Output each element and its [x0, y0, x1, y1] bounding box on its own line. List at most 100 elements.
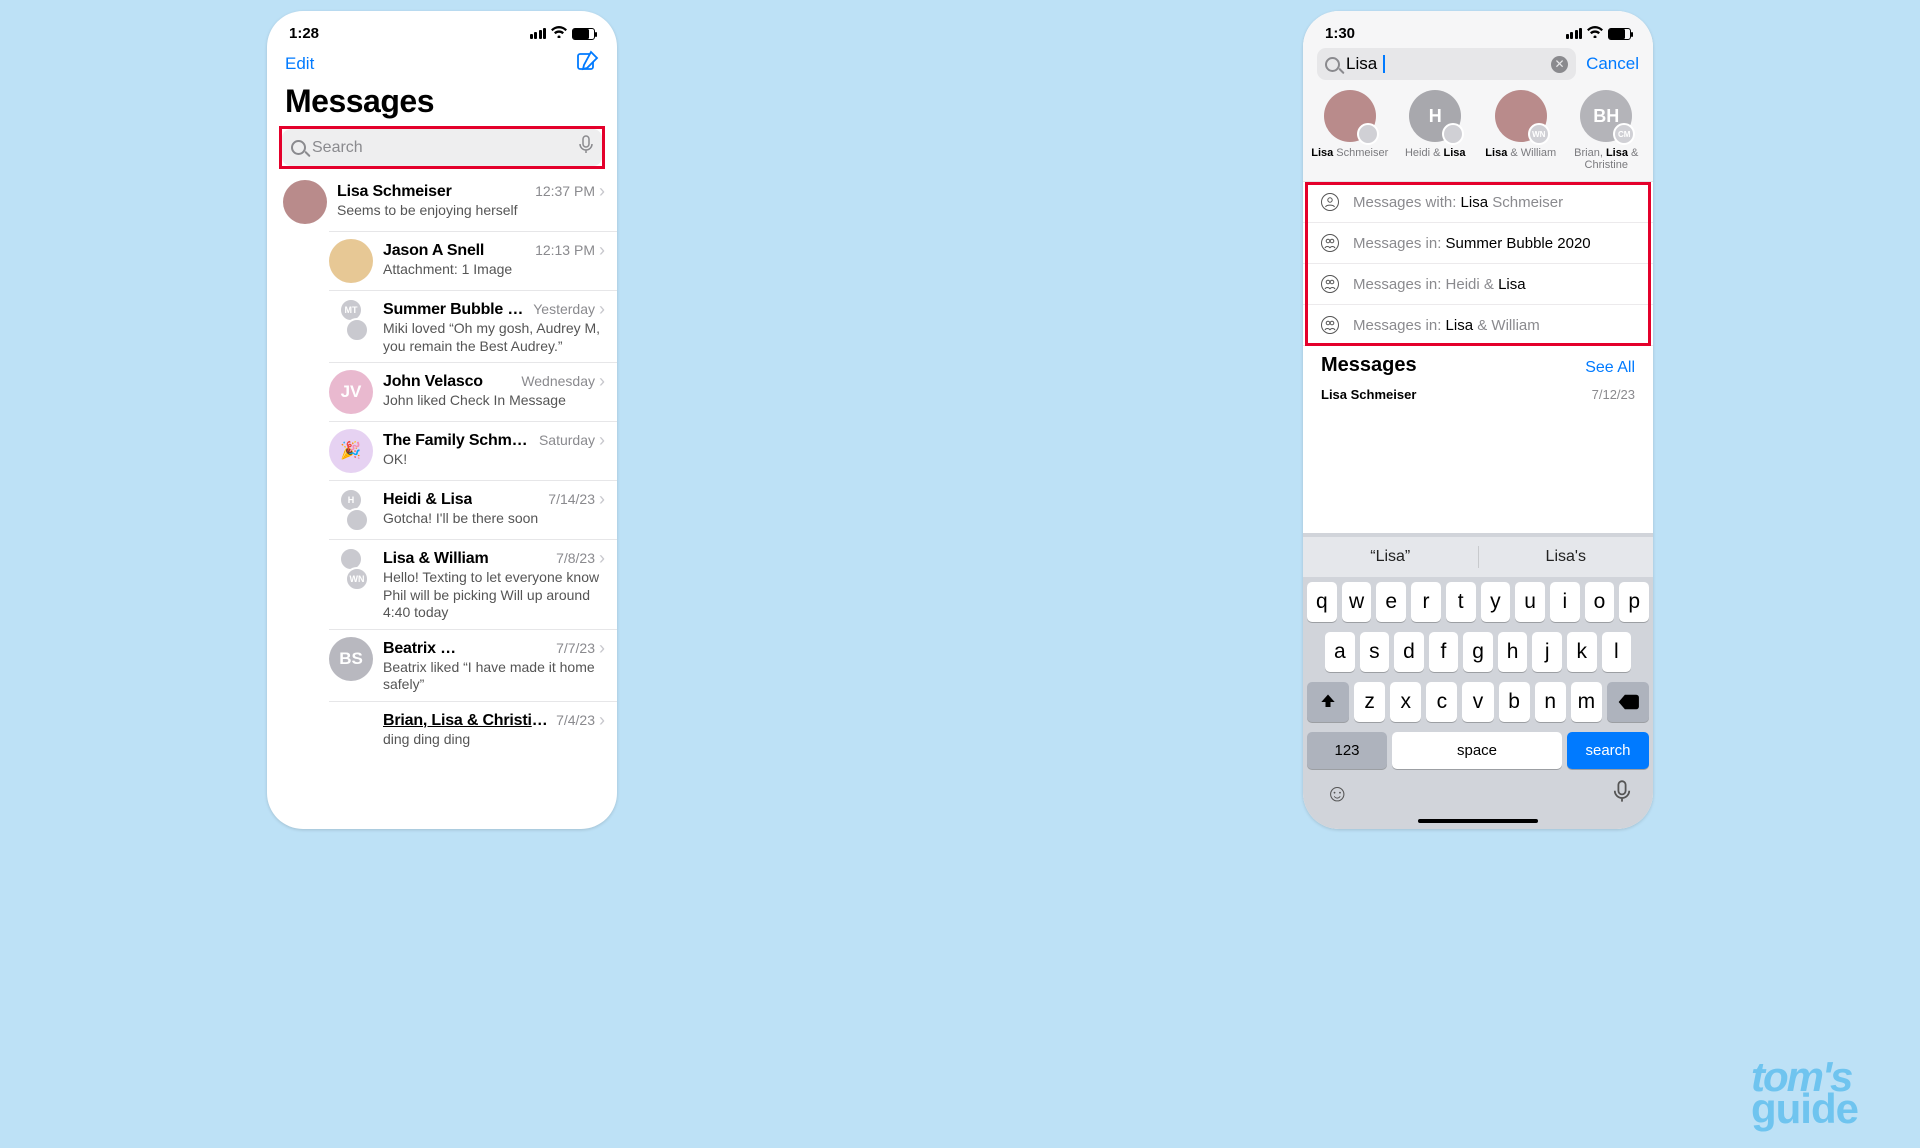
contact-result[interactable]: HHeidi & Lisa	[1395, 90, 1477, 171]
key-o[interactable]: o	[1585, 582, 1615, 622]
keyboard: “Lisa” Lisa's qwertyuiop asdfghjkl zxcvb…	[1303, 533, 1653, 829]
key-c[interactable]: c	[1426, 682, 1457, 722]
search-input[interactable]: Search	[282, 129, 602, 166]
key-i[interactable]: i	[1550, 582, 1580, 622]
clear-icon[interactable]: ✕	[1551, 56, 1568, 73]
contact-label: Lisa & William	[1480, 147, 1562, 159]
conversation-snippet: John liked Check In Message	[383, 392, 605, 410]
avatar: JV	[329, 370, 373, 414]
result-date: 7/12/23	[1592, 387, 1635, 402]
key-f[interactable]: f	[1429, 632, 1459, 672]
search-placeholder: Search	[312, 139, 573, 157]
avatar: 🎉	[329, 429, 373, 473]
key-k[interactable]: k	[1567, 632, 1597, 672]
key-j[interactable]: j	[1532, 632, 1562, 672]
conversation-snippet: Beatrix liked “I have made it home safel…	[383, 659, 605, 694]
conversation-row[interactable]: Lisa Schmeiser12:37 PM›Seems to be enjoy…	[267, 173, 617, 231]
key-x[interactable]: x	[1390, 682, 1421, 722]
space-key[interactable]: space	[1392, 732, 1562, 769]
conversation-row[interactable]: Brian, Lisa & Christine7/4/23›ding ding …	[329, 701, 617, 760]
shift-key[interactable]	[1307, 682, 1349, 722]
avatar: MT	[329, 298, 373, 342]
conversation-row[interactable]: 🎉The Family SchmichaelsSaturday›OK!	[329, 421, 617, 480]
conversation-time: 7/14/23	[548, 491, 595, 507]
conversation-time: Saturday	[539, 432, 595, 448]
message-result[interactable]: Lisa Schmeiser 7/12/23	[1303, 383, 1653, 410]
key-l[interactable]: l	[1602, 632, 1632, 672]
search-suggestions: Messages with: Lisa Schmeiser Messages in…	[1303, 182, 1653, 346]
avatar	[329, 709, 373, 753]
key-z[interactable]: z	[1354, 682, 1385, 722]
result-name: Lisa Schmeiser	[1321, 387, 1416, 402]
see-all-button[interactable]: See All	[1585, 359, 1635, 377]
messages-search-screen: 1:30 Lisa ✕ Cancel Lisa SchmeiserHHeidi …	[1303, 11, 1653, 829]
conversation-row[interactable]: MTSummer Bubble 2020Yesterday›Miki loved…	[329, 290, 617, 362]
key-w[interactable]: w	[1342, 582, 1372, 622]
key-e[interactable]: e	[1376, 582, 1406, 622]
conversation-name: Brian, Lisa & Christine	[383, 712, 548, 730]
search-suggestion[interactable]: Messages with: Lisa Schmeiser	[1303, 182, 1653, 223]
conversation-row[interactable]: JVJohn VelascoWednesday›John liked Check…	[329, 362, 617, 421]
key-r[interactable]: r	[1411, 582, 1441, 622]
edit-button[interactable]: Edit	[285, 54, 314, 74]
contact-result[interactable]: WN Lisa & William	[1480, 90, 1562, 171]
search-suggestion[interactable]: Messages in: Summer Bubble 2020	[1303, 223, 1653, 264]
chevron-right-icon: ›	[599, 547, 605, 569]
conversation-row[interactable]: WNLisa & William7/8/23›Hello! Texting to…	[329, 539, 617, 629]
dictate-icon[interactable]	[579, 135, 593, 160]
contact-label: Lisa Schmeiser	[1309, 147, 1391, 159]
avatar	[1324, 90, 1376, 142]
chevron-right-icon: ›	[599, 298, 605, 320]
conversation-snippet: Hello! Texting to let everyone know Phil…	[383, 569, 605, 622]
key-b[interactable]: b	[1499, 682, 1530, 722]
suggestion-text: Messages in: Summer Bubble 2020	[1353, 235, 1591, 252]
conversation-time: 7/8/23	[556, 550, 595, 566]
key-t[interactable]: t	[1446, 582, 1476, 622]
search-key[interactable]: search	[1567, 732, 1649, 769]
messages-list-screen: 1:28 Edit Messages Search	[267, 11, 617, 829]
key-d[interactable]: d	[1394, 632, 1424, 672]
key-q[interactable]: q	[1307, 582, 1337, 622]
prediction[interactable]: “Lisa”	[1303, 548, 1478, 566]
search-input[interactable]: Lisa ✕	[1317, 48, 1576, 80]
contact-result[interactable]: BHCMBrian, Lisa & Christine	[1566, 90, 1648, 171]
chevron-right-icon: ›	[599, 180, 605, 202]
conversation-row[interactable]: HHeidi & Lisa7/14/23›Gotcha! I'll be the…	[329, 480, 617, 539]
conversation-time: 12:37 PM	[535, 183, 595, 199]
avatar: BS	[329, 637, 373, 681]
emoji-key[interactable]: ☺	[1325, 780, 1350, 811]
chevron-right-icon: ›	[599, 637, 605, 659]
key-m[interactable]: m	[1571, 682, 1602, 722]
search-suggestion[interactable]: Messages in: Lisa & William	[1303, 305, 1653, 346]
search-value: Lisa	[1346, 54, 1377, 74]
avatar: WN	[1495, 90, 1547, 142]
conversation-row[interactable]: Jason A Snell12:13 PM›Attachment: 1 Imag…	[329, 231, 617, 290]
delete-key[interactable]	[1607, 682, 1649, 722]
battery-icon	[572, 28, 595, 40]
contact-result[interactable]: Lisa Schmeiser	[1309, 90, 1391, 171]
search-suggestion[interactable]: Messages in: Heidi & Lisa	[1303, 264, 1653, 305]
conversation-snippet: ding ding ding	[383, 731, 605, 749]
chevron-right-icon: ›	[599, 239, 605, 261]
conversation-name: Beatrix	[383, 640, 548, 658]
key-s[interactable]: s	[1360, 632, 1390, 672]
number-key[interactable]: 123	[1307, 732, 1387, 769]
key-v[interactable]: v	[1462, 682, 1493, 722]
key-y[interactable]: y	[1481, 582, 1511, 622]
key-p[interactable]: p	[1619, 582, 1649, 622]
key-u[interactable]: u	[1515, 582, 1545, 622]
home-indicator[interactable]	[1418, 819, 1538, 823]
conversation-row[interactable]: BSBeatrix 7/7/23›Beatrix liked “I have m…	[329, 629, 617, 701]
key-a[interactable]: a	[1325, 632, 1355, 672]
key-g[interactable]: g	[1463, 632, 1493, 672]
suggestion-text: Messages in: Lisa & William	[1353, 317, 1540, 334]
battery-icon	[1608, 28, 1631, 40]
key-h[interactable]: h	[1498, 632, 1528, 672]
cancel-button[interactable]: Cancel	[1586, 54, 1639, 74]
dictate-key[interactable]	[1613, 780, 1631, 811]
key-n[interactable]: n	[1535, 682, 1566, 722]
avatar	[329, 239, 373, 283]
compose-button[interactable]	[577, 50, 599, 77]
group-icon	[1321, 234, 1339, 252]
prediction[interactable]: Lisa's	[1479, 548, 1654, 566]
